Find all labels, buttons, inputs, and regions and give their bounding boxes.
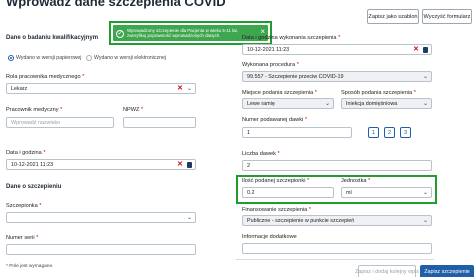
dose-number-input[interactable]: 1 bbox=[242, 127, 352, 138]
method-value: Iniekcja domięśniowa bbox=[346, 100, 398, 107]
quantity-label-text: Ilość podanej szczepionki bbox=[242, 178, 306, 184]
vaccine-label-text: Szczepionka bbox=[6, 203, 38, 209]
method-label-text: Sposób podania szczepienia bbox=[341, 90, 413, 96]
npwz-input[interactable] bbox=[123, 117, 196, 128]
unit-value: ml bbox=[346, 189, 352, 196]
place-select[interactable]: Lewe ramię ⌄ bbox=[242, 98, 334, 109]
qualification-section-title: Dane o badaniu kwalifikacyjnym bbox=[6, 35, 99, 41]
dose-button-2[interactable]: 2 bbox=[384, 127, 395, 138]
role-value: Lekarz bbox=[11, 85, 28, 92]
place-label: Miejsce podania szczepienia * bbox=[242, 90, 317, 96]
footer-divider bbox=[236, 259, 434, 260]
vaccine-select[interactable]: ⌄ bbox=[6, 212, 196, 223]
radio-paper[interactable]: Wydano w wersji papierowej bbox=[8, 55, 81, 61]
additional-info-label: Informacje dodatkowe bbox=[242, 234, 297, 240]
save-template-button[interactable]: Zapisz jako szablon bbox=[367, 9, 419, 24]
procedure-label: Wykonana procedura * bbox=[242, 62, 299, 68]
radio-electronic[interactable]: Wydano w wersji elektronicznej bbox=[86, 55, 166, 61]
series-label: Numer serii * bbox=[6, 235, 39, 241]
npwz-label: NPWZ * bbox=[123, 107, 144, 113]
radio-electronic-label: Wydano w wersji elektronicznej bbox=[94, 55, 167, 61]
funding-label: Finansowanie szczepienia * bbox=[242, 207, 312, 213]
exec-datetime-label-text: Data i godzina wykonania szczepienia bbox=[242, 35, 337, 41]
dose-button-3[interactable]: 3 bbox=[400, 127, 411, 138]
quantity-input[interactable]: 0.2 bbox=[242, 187, 334, 198]
worker-label: Pracownik medyczny * bbox=[6, 107, 63, 113]
clear-icon[interactable]: ✕ bbox=[413, 46, 419, 54]
vaccination-section-title: Dane o szczepieniu bbox=[6, 184, 62, 190]
date-label: Data i godzina * bbox=[6, 150, 46, 156]
procedure-select[interactable]: 99.557 - Szczepienie przeciw COVID-19 ⌄ bbox=[242, 71, 432, 82]
chevron-down-icon[interactable]: ⌄ bbox=[187, 85, 192, 93]
chevron-down-icon[interactable]: ⌄ bbox=[423, 73, 428, 81]
dose-count-value: 2 bbox=[247, 162, 250, 169]
clear-form-button[interactable]: Wyczyść formularz bbox=[422, 9, 472, 24]
radio-selected-icon bbox=[8, 55, 14, 61]
chevron-down-icon[interactable]: ⌄ bbox=[423, 189, 428, 197]
worker-label-text: Pracownik medyczny bbox=[6, 107, 59, 113]
exec-datetime-input[interactable]: 10-12-2021 11:23 ✕ bbox=[242, 44, 432, 55]
calendar-icon[interactable] bbox=[423, 47, 428, 53]
quantity-value: 0.2 bbox=[247, 189, 255, 196]
chevron-down-icon[interactable]: ⌄ bbox=[423, 100, 428, 108]
place-value: Lewe ramię bbox=[247, 100, 275, 107]
role-label: Rola pracownika medycznego * bbox=[6, 74, 85, 80]
worker-input[interactable]: Wprowadź nazwisko bbox=[6, 117, 114, 128]
page-title: Wprowadź dane szczepienia COVID bbox=[6, 0, 226, 9]
funding-label-text: Finansowanie szczepienia bbox=[242, 207, 308, 213]
toast-message: Wprowadzony szczepienie dla Pacjenta w w… bbox=[127, 28, 238, 39]
chevron-down-icon[interactable]: ⌄ bbox=[325, 100, 330, 108]
unit-label: Jednostka * bbox=[341, 178, 371, 184]
unit-label-text: Jednostka bbox=[341, 178, 367, 184]
dose-button-1[interactable]: 1 bbox=[368, 127, 379, 138]
check-circle-icon: ✓ bbox=[116, 30, 124, 38]
role-select[interactable]: Lekarz ✕ ⌄ bbox=[6, 83, 196, 94]
worker-placeholder: Wprowadź nazwisko bbox=[11, 119, 61, 126]
calendar-icon[interactable] bbox=[187, 162, 192, 168]
npwz-label-text: NPWZ bbox=[123, 107, 140, 113]
date-input[interactable]: 10-12-2021 11:23 ✕ bbox=[6, 159, 196, 170]
dose-number-label: Numer podawanej dawki * bbox=[242, 117, 308, 123]
funding-value: Publiczne - szczepienie w punkcie szczep… bbox=[247, 217, 355, 224]
place-label-text: Miejsce podania szczepienia bbox=[242, 90, 314, 96]
save-and-add-button[interactable]: Zapisz i dodaj kolejny wpis bbox=[355, 265, 419, 277]
date-value: 10-12-2021 11:23 bbox=[11, 161, 54, 168]
notification-highlight: ✓ Wprowadzony szczepienie dla Pacjenta w… bbox=[109, 21, 272, 45]
dose-number-label-text: Numer podawanej dawki bbox=[242, 117, 304, 123]
radio-unselected-icon bbox=[86, 55, 92, 61]
additional-info-input[interactable] bbox=[242, 243, 432, 254]
clear-icon[interactable]: ✕ bbox=[177, 85, 183, 93]
procedure-label-text: Wykonana procedura bbox=[242, 62, 296, 68]
method-select[interactable]: Iniekcja domięśniowa ⌄ bbox=[341, 98, 432, 109]
exec-datetime-label: Data i godzina wykonania szczepienia * bbox=[242, 35, 341, 41]
date-label-text: Data i godzina bbox=[6, 150, 42, 156]
dose-count-label: Liczba dawek * bbox=[242, 151, 280, 157]
vaccine-label: Szczepionka * bbox=[6, 203, 42, 209]
chevron-down-icon[interactable]: ⌄ bbox=[423, 217, 428, 225]
series-label-text: Numer serii bbox=[6, 235, 35, 241]
dose-number-value: 1 bbox=[247, 129, 250, 136]
clear-icon[interactable]: ✕ bbox=[177, 161, 183, 169]
required-note: * Pole jest wymagane. bbox=[6, 264, 54, 269]
quantity-label: Ilość podanej szczepionki * bbox=[242, 178, 310, 184]
save-vaccination-button[interactable]: Zapisz szczepienie bbox=[420, 265, 474, 277]
method-label: Sposób podania szczepienia * bbox=[341, 90, 416, 96]
dose-count-label-text: Liczba dawek bbox=[242, 151, 276, 157]
dose-count-input[interactable]: 2 bbox=[242, 160, 432, 171]
exec-datetime-value: 10-12-2021 11:23 bbox=[247, 46, 290, 53]
procedure-value: 99.557 - Szczepienie przeciw COVID-19 bbox=[247, 73, 344, 80]
unit-select[interactable]: ml ⌄ bbox=[341, 187, 432, 198]
radio-paper-label: Wydano w wersji papierowej bbox=[16, 55, 82, 61]
series-input[interactable] bbox=[6, 244, 196, 255]
chevron-down-icon[interactable]: ⌄ bbox=[187, 214, 192, 222]
role-label-text: Rola pracownika medycznego bbox=[6, 74, 81, 80]
funding-select[interactable]: Publiczne - szczepienie w punkcie szczep… bbox=[242, 215, 432, 226]
